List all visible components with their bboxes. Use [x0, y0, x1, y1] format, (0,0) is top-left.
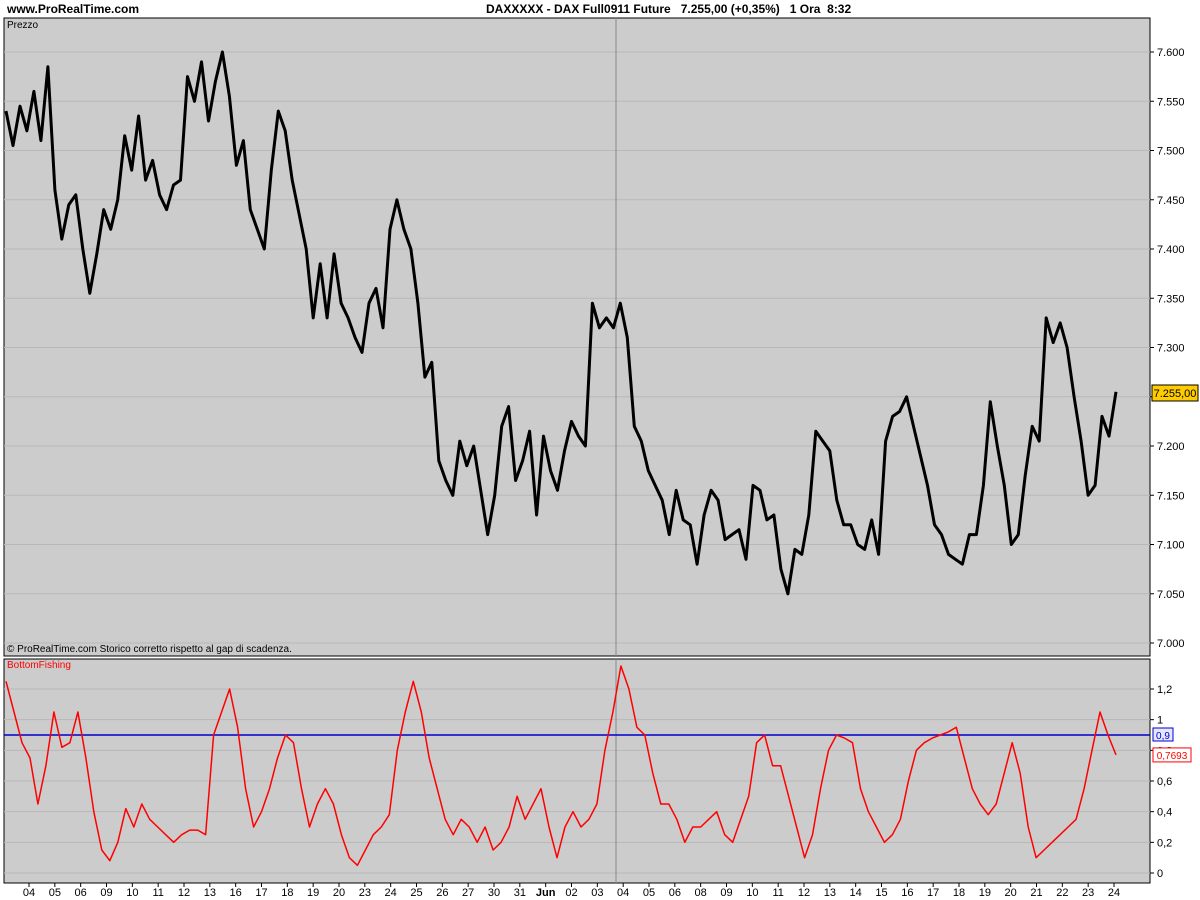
time-tick-label: 03 — [591, 887, 603, 899]
price-panel[interactable] — [3, 17, 1151, 657]
price-tick-label: 7.100 — [1157, 540, 1185, 552]
time-tick-label: 16 — [901, 887, 913, 899]
time-tick-label: 30 — [488, 887, 500, 899]
price-tick-label: 7.050 — [1157, 589, 1185, 601]
time-tick-label: 05 — [643, 887, 655, 899]
price-tick-label: 7.200 — [1157, 441, 1185, 453]
time-tick-label: 18 — [281, 887, 293, 899]
time-tick-label: 08 — [695, 887, 707, 899]
time-tick-label: 09 — [100, 887, 112, 899]
time-tick-label: 11 — [152, 887, 163, 899]
indicator-tick-label: 1 — [1157, 715, 1163, 727]
time-tick-label: 18 — [953, 887, 965, 899]
price-axis: 7.0007.0507.1007.1507.2007.2507.3007.350… — [1150, 47, 1185, 650]
time-tick-label: 06 — [669, 887, 681, 899]
time-tick-label: 10 — [746, 887, 758, 899]
price-tick-label: 7.450 — [1157, 195, 1185, 207]
time-tick-label: 04 — [23, 887, 35, 899]
time-tick-label: 31 — [514, 887, 526, 899]
time-tick-label: 23 — [1082, 887, 1094, 899]
copyright-note: © ProRealTime.com Storico corretto rispe… — [7, 644, 292, 655]
price-tick-label: 7.400 — [1157, 244, 1185, 256]
time-tick-label: 26 — [436, 887, 448, 899]
chart-canvas: 7.0007.0507.1007.1507.2007.2507.3007.350… — [3, 17, 1199, 899]
indicator-tick-label: 1,2 — [1157, 684, 1172, 696]
indicator-tick-label: 0,6 — [1157, 776, 1172, 788]
time-tick-label: 19 — [979, 887, 991, 899]
time-tick-label: 27 — [462, 887, 474, 899]
time-tick-label: 13 — [204, 887, 216, 899]
indicator-tick-label: 0,4 — [1157, 807, 1172, 819]
time-tick-label: 02 — [565, 887, 577, 899]
time-tick-label: 24 — [385, 887, 397, 899]
price-tick-label: 7.000 — [1157, 638, 1185, 650]
indicator-axis: 00,20,40,60,811,2 — [1150, 684, 1172, 880]
indicator-tick-label: 0,2 — [1157, 837, 1172, 849]
time-tick-label: 15 — [875, 887, 887, 899]
price-panel-label: Prezzo — [7, 20, 39, 31]
time-tick-label: 05 — [49, 887, 61, 899]
time-tick-label: 25 — [410, 887, 422, 899]
price-tick-label: 7.350 — [1157, 293, 1185, 305]
time-tick-label: 20 — [333, 887, 345, 899]
time-tick-label: 24 — [1108, 887, 1120, 899]
time-tick-label: 04 — [617, 887, 629, 899]
indicator-panel[interactable] — [3, 658, 1151, 884]
last-price-label: 7.255,00 — [1154, 388, 1197, 400]
price-tick-label: 7.500 — [1157, 146, 1185, 158]
indicator-panel-label: BottomFishing — [7, 660, 71, 671]
time-tick-label: 12 — [178, 887, 190, 899]
price-tick-label: 7.150 — [1157, 490, 1185, 502]
time-tick-label: 17 — [927, 887, 939, 899]
level-label: 0,9 — [1156, 731, 1170, 742]
time-tick-label: 21 — [1030, 887, 1042, 899]
time-tick-label: 22 — [1056, 887, 1068, 899]
time-tick-label: 20 — [1005, 887, 1017, 899]
indicator-tick-label: 0 — [1157, 868, 1163, 880]
time-tick-label: 17 — [255, 887, 267, 899]
time-axis: 04 05 06 09 10 11 12 13 16 17 18 19 20 23 24 25 26 27 30 31… — [23, 883, 1120, 899]
time-tick-label: 19 — [307, 887, 319, 899]
time-tick-label: 10 — [126, 887, 138, 899]
price-tick-label: 7.550 — [1157, 96, 1185, 108]
last-indicator-label: 0,7693 — [1157, 751, 1188, 762]
time-tick-label: 23 — [359, 887, 371, 899]
time-tick-label: 12 — [798, 887, 810, 899]
time-tick-label: 16 — [230, 887, 242, 899]
time-tick-label: Jun — [536, 887, 556, 899]
time-tick-label: 14 — [850, 887, 862, 899]
time-tick-label: 13 — [824, 887, 836, 899]
time-tick-label: 06 — [75, 887, 87, 899]
price-tick-label: 7.300 — [1157, 343, 1185, 355]
price-tick-label: 7.600 — [1157, 47, 1185, 59]
time-tick-label: 09 — [720, 887, 732, 899]
time-tick-label: 11 — [772, 887, 783, 899]
